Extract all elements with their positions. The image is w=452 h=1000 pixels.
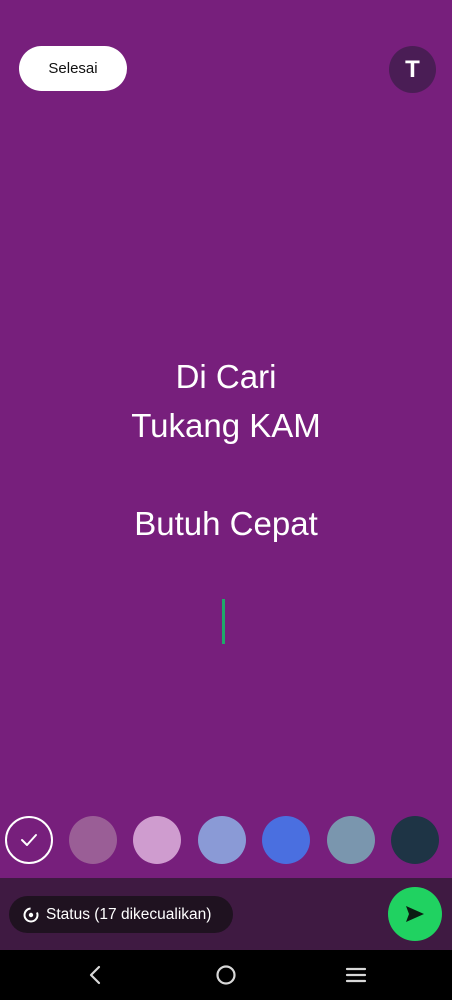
status-canvas[interactable]: Selesai T Di Cari Tukang KAM Butuh Cepat	[0, 0, 452, 878]
color-palette	[0, 816, 452, 866]
status-text[interactable]: Di Cari Tukang KAM Butuh Cepat	[0, 352, 452, 548]
color-swatch[interactable]	[327, 816, 375, 864]
text-cursor	[222, 599, 225, 644]
color-swatch[interactable]	[133, 816, 181, 864]
font-style-button[interactable]: T	[389, 46, 436, 93]
send-button[interactable]	[388, 887, 442, 941]
bottom-bar: Status (17 dikecualikan)	[0, 878, 452, 950]
status-privacy-icon	[22, 906, 40, 924]
send-icon	[406, 906, 424, 922]
color-swatch[interactable]	[69, 816, 117, 864]
color-swatch-selected[interactable]	[5, 816, 53, 864]
status-privacy-chip[interactable]: Status (17 dikecualikan)	[9, 896, 233, 933]
check-icon	[21, 834, 37, 846]
home-icon[interactable]	[213, 962, 239, 988]
color-swatch[interactable]	[391, 816, 439, 864]
back-icon[interactable]	[82, 962, 108, 988]
status-privacy-label: Status (17 dikecualikan)	[46, 905, 212, 923]
done-button[interactable]: Selesai	[19, 46, 127, 91]
system-navigation-bar	[0, 950, 452, 1000]
color-swatch[interactable]	[198, 816, 246, 864]
color-swatch[interactable]	[262, 816, 310, 864]
recents-icon[interactable]	[343, 962, 369, 988]
